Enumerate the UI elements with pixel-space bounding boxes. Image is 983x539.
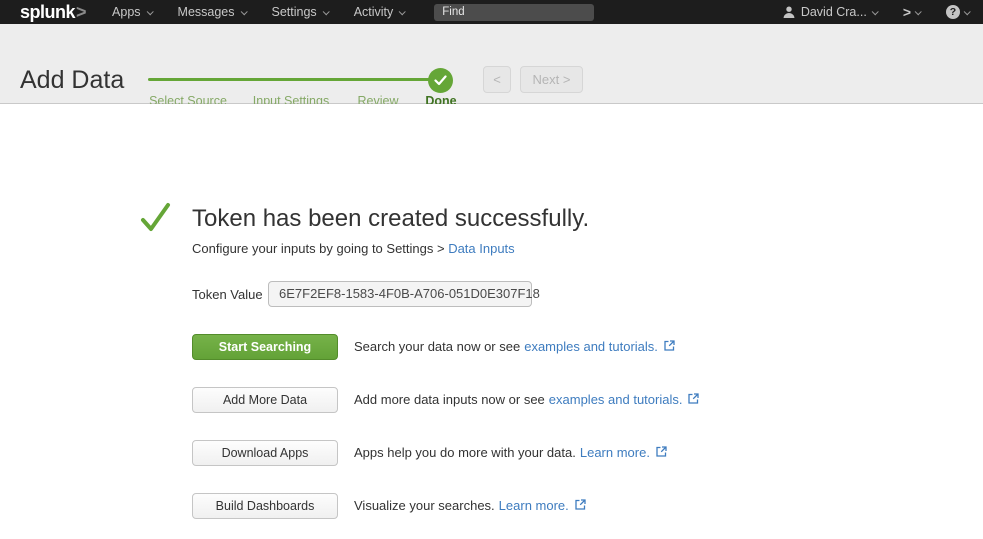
splunk-logo[interactable]: splunk >	[20, 2, 86, 23]
find-search-input[interactable]	[434, 4, 594, 21]
download-apps-button[interactable]: Download Apps	[192, 440, 338, 466]
chevron-down-icon	[399, 8, 406, 15]
action-text: Search your data now or see	[354, 339, 520, 354]
external-link-icon	[656, 445, 667, 460]
page-title: Add Data	[20, 66, 124, 95]
chevron-down-icon	[146, 8, 153, 15]
user-icon	[782, 5, 796, 19]
token-value-label: Token Value	[192, 287, 263, 302]
page-header: Add Data Select Source Input Settings Re…	[0, 24, 983, 104]
token-value-field[interactable]: 6E7F2EF8-1583-4F0B-A706-051D0E307F18	[268, 281, 532, 307]
top-navigation-bar: splunk > Apps Messages Settings Activity…	[0, 0, 983, 24]
learn-more-link[interactable]: Learn more.	[580, 445, 650, 460]
nav-messages-label: Messages	[178, 5, 235, 19]
nav-activity-menu[interactable]: Activity	[354, 5, 405, 19]
external-link-icon	[664, 339, 675, 354]
success-check-icon	[137, 199, 173, 240]
chevron-down-icon	[871, 8, 878, 15]
main-content: Token has been created successfully. Con…	[0, 104, 983, 538]
learn-more-link[interactable]: Learn more.	[499, 498, 569, 513]
examples-tutorials-link[interactable]: examples and tutorials.	[549, 392, 683, 407]
action-description: Visualize your searches. Learn more.	[354, 498, 586, 513]
nav-messages-menu[interactable]: Messages	[178, 5, 246, 19]
splunk-logo-mark: >	[76, 2, 86, 23]
help-menu[interactable]: ?	[946, 5, 969, 19]
start-searching-button[interactable]: Start Searching	[192, 334, 338, 360]
configure-inputs-text: Configure your inputs by going to Settin…	[192, 241, 515, 256]
help-icon: ?	[946, 5, 960, 19]
chevron-down-icon	[322, 8, 329, 15]
nav-settings-label: Settings	[272, 5, 317, 19]
data-inputs-link[interactable]: Data Inputs	[448, 241, 515, 256]
splunk-logo-text: splunk	[20, 2, 75, 23]
success-message: Token has been created successfully.	[192, 205, 589, 233]
wizard-done-check-icon	[428, 68, 453, 93]
nav-apps-menu[interactable]: Apps	[112, 5, 152, 19]
chevron-down-icon	[915, 8, 922, 15]
build-dashboards-button[interactable]: Build Dashboards	[192, 493, 338, 519]
action-text: Visualize your searches.	[354, 498, 495, 513]
configure-inputs-prefix: Configure your inputs by going to Settin…	[192, 241, 448, 256]
splunk-mark-icon: >	[903, 4, 911, 20]
user-name: David Cra...	[801, 5, 867, 19]
topbar-right-group: David Cra... > ?	[782, 4, 969, 20]
user-account-menu[interactable]: David Cra...	[782, 5, 877, 19]
nav-activity-label: Activity	[354, 5, 394, 19]
nav-settings-menu[interactable]: Settings	[272, 5, 328, 19]
external-link-icon	[688, 392, 699, 407]
back-button[interactable]: <	[483, 66, 511, 93]
action-text: Add more data inputs now or see	[354, 392, 545, 407]
action-description: Add more data inputs now or see examples…	[354, 392, 699, 407]
splunk-mark-menu[interactable]: >	[903, 4, 920, 20]
action-text: Apps help you do more with your data.	[354, 445, 576, 460]
chevron-down-icon	[240, 8, 247, 15]
chevron-down-icon	[964, 8, 971, 15]
action-description: Search your data now or see examples and…	[354, 339, 675, 354]
examples-tutorials-link[interactable]: examples and tutorials.	[524, 339, 658, 354]
add-more-data-button[interactable]: Add More Data	[192, 387, 338, 413]
wizard-progress-line	[148, 78, 432, 81]
external-link-icon	[575, 498, 586, 513]
action-description: Apps help you do more with your data. Le…	[354, 445, 667, 460]
nav-apps-label: Apps	[112, 5, 141, 19]
next-button[interactable]: Next >	[520, 66, 583, 93]
